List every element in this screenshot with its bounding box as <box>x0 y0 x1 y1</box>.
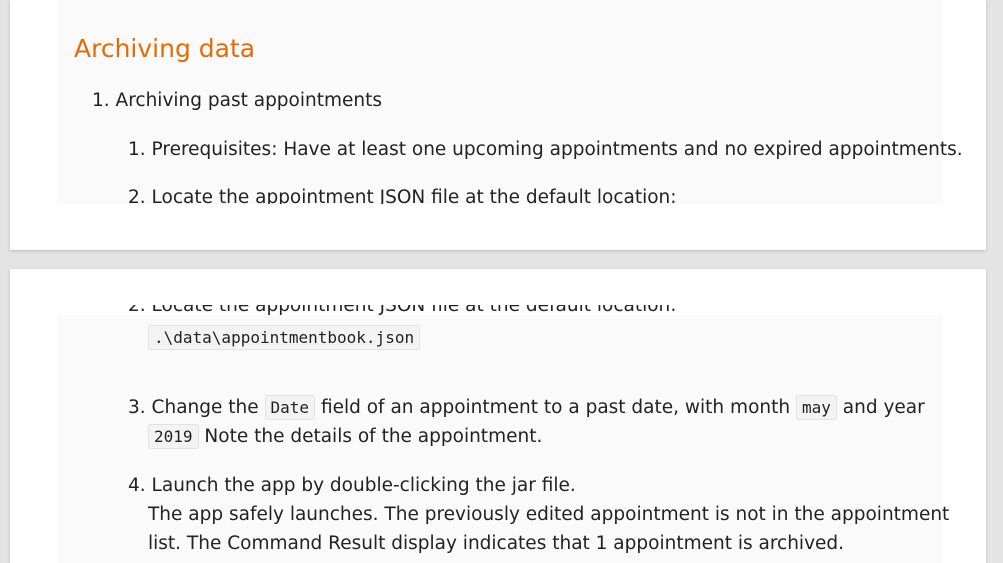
file-path-line: .\data\appointmentbook.json <box>148 325 421 351</box>
code-date-field: Date <box>264 395 316 420</box>
step-text: Note the details of the appointment. <box>204 426 543 447</box>
step-text: field of an appointment to a past date, … <box>320 397 791 418</box>
result-text: list. The Command Result display indicat… <box>148 533 845 554</box>
document-page-1: Archiving data 1. Archiving past appoint… <box>10 0 986 250</box>
result-text: The app safely launches. The previously … <box>148 504 950 525</box>
step-result-line-2: list. The Command Result display indicat… <box>148 531 844 557</box>
step-number: 2. <box>128 305 146 315</box>
page-2-cut-line: 2. Locate the appointment JSON file at t… <box>10 305 986 315</box>
document-page-2: 2. Locate the appointment JSON file at t… <box>10 269 986 563</box>
page-1-clip: 2. Locate the appointment JSON file at t… <box>10 0 986 204</box>
step-change-date-cont: 2019 Note the details of the appointment… <box>148 424 542 450</box>
step-change-date: 3. Change the Date field of an appointme… <box>128 395 925 421</box>
step-number: 4. <box>128 475 146 496</box>
step-number: 3. <box>128 397 146 418</box>
step-text: and year <box>842 397 925 418</box>
step-result-line-1: The app safely launches. The previously … <box>148 502 949 528</box>
step-text: Locate the appointment JSON file at the … <box>151 187 677 204</box>
step-locate-file-continued: 2. Locate the appointment JSON file at t… <box>128 305 677 315</box>
step-number: 2. <box>128 187 146 204</box>
file-path-code: .\data\appointmentbook.json <box>148 325 421 350</box>
step-locate-file: 2. Locate the appointment JSON file at t… <box>128 185 677 204</box>
step-launch-app: 4. Launch the app by double-clicking the… <box>128 473 576 499</box>
step-text: Launch the app by double-clicking the ja… <box>151 475 576 496</box>
step-text: Locate the appointment JSON file at the … <box>152 305 677 315</box>
code-year: 2019 <box>148 424 199 449</box>
code-month: may <box>795 395 837 420</box>
step-text: Change the <box>151 397 259 418</box>
